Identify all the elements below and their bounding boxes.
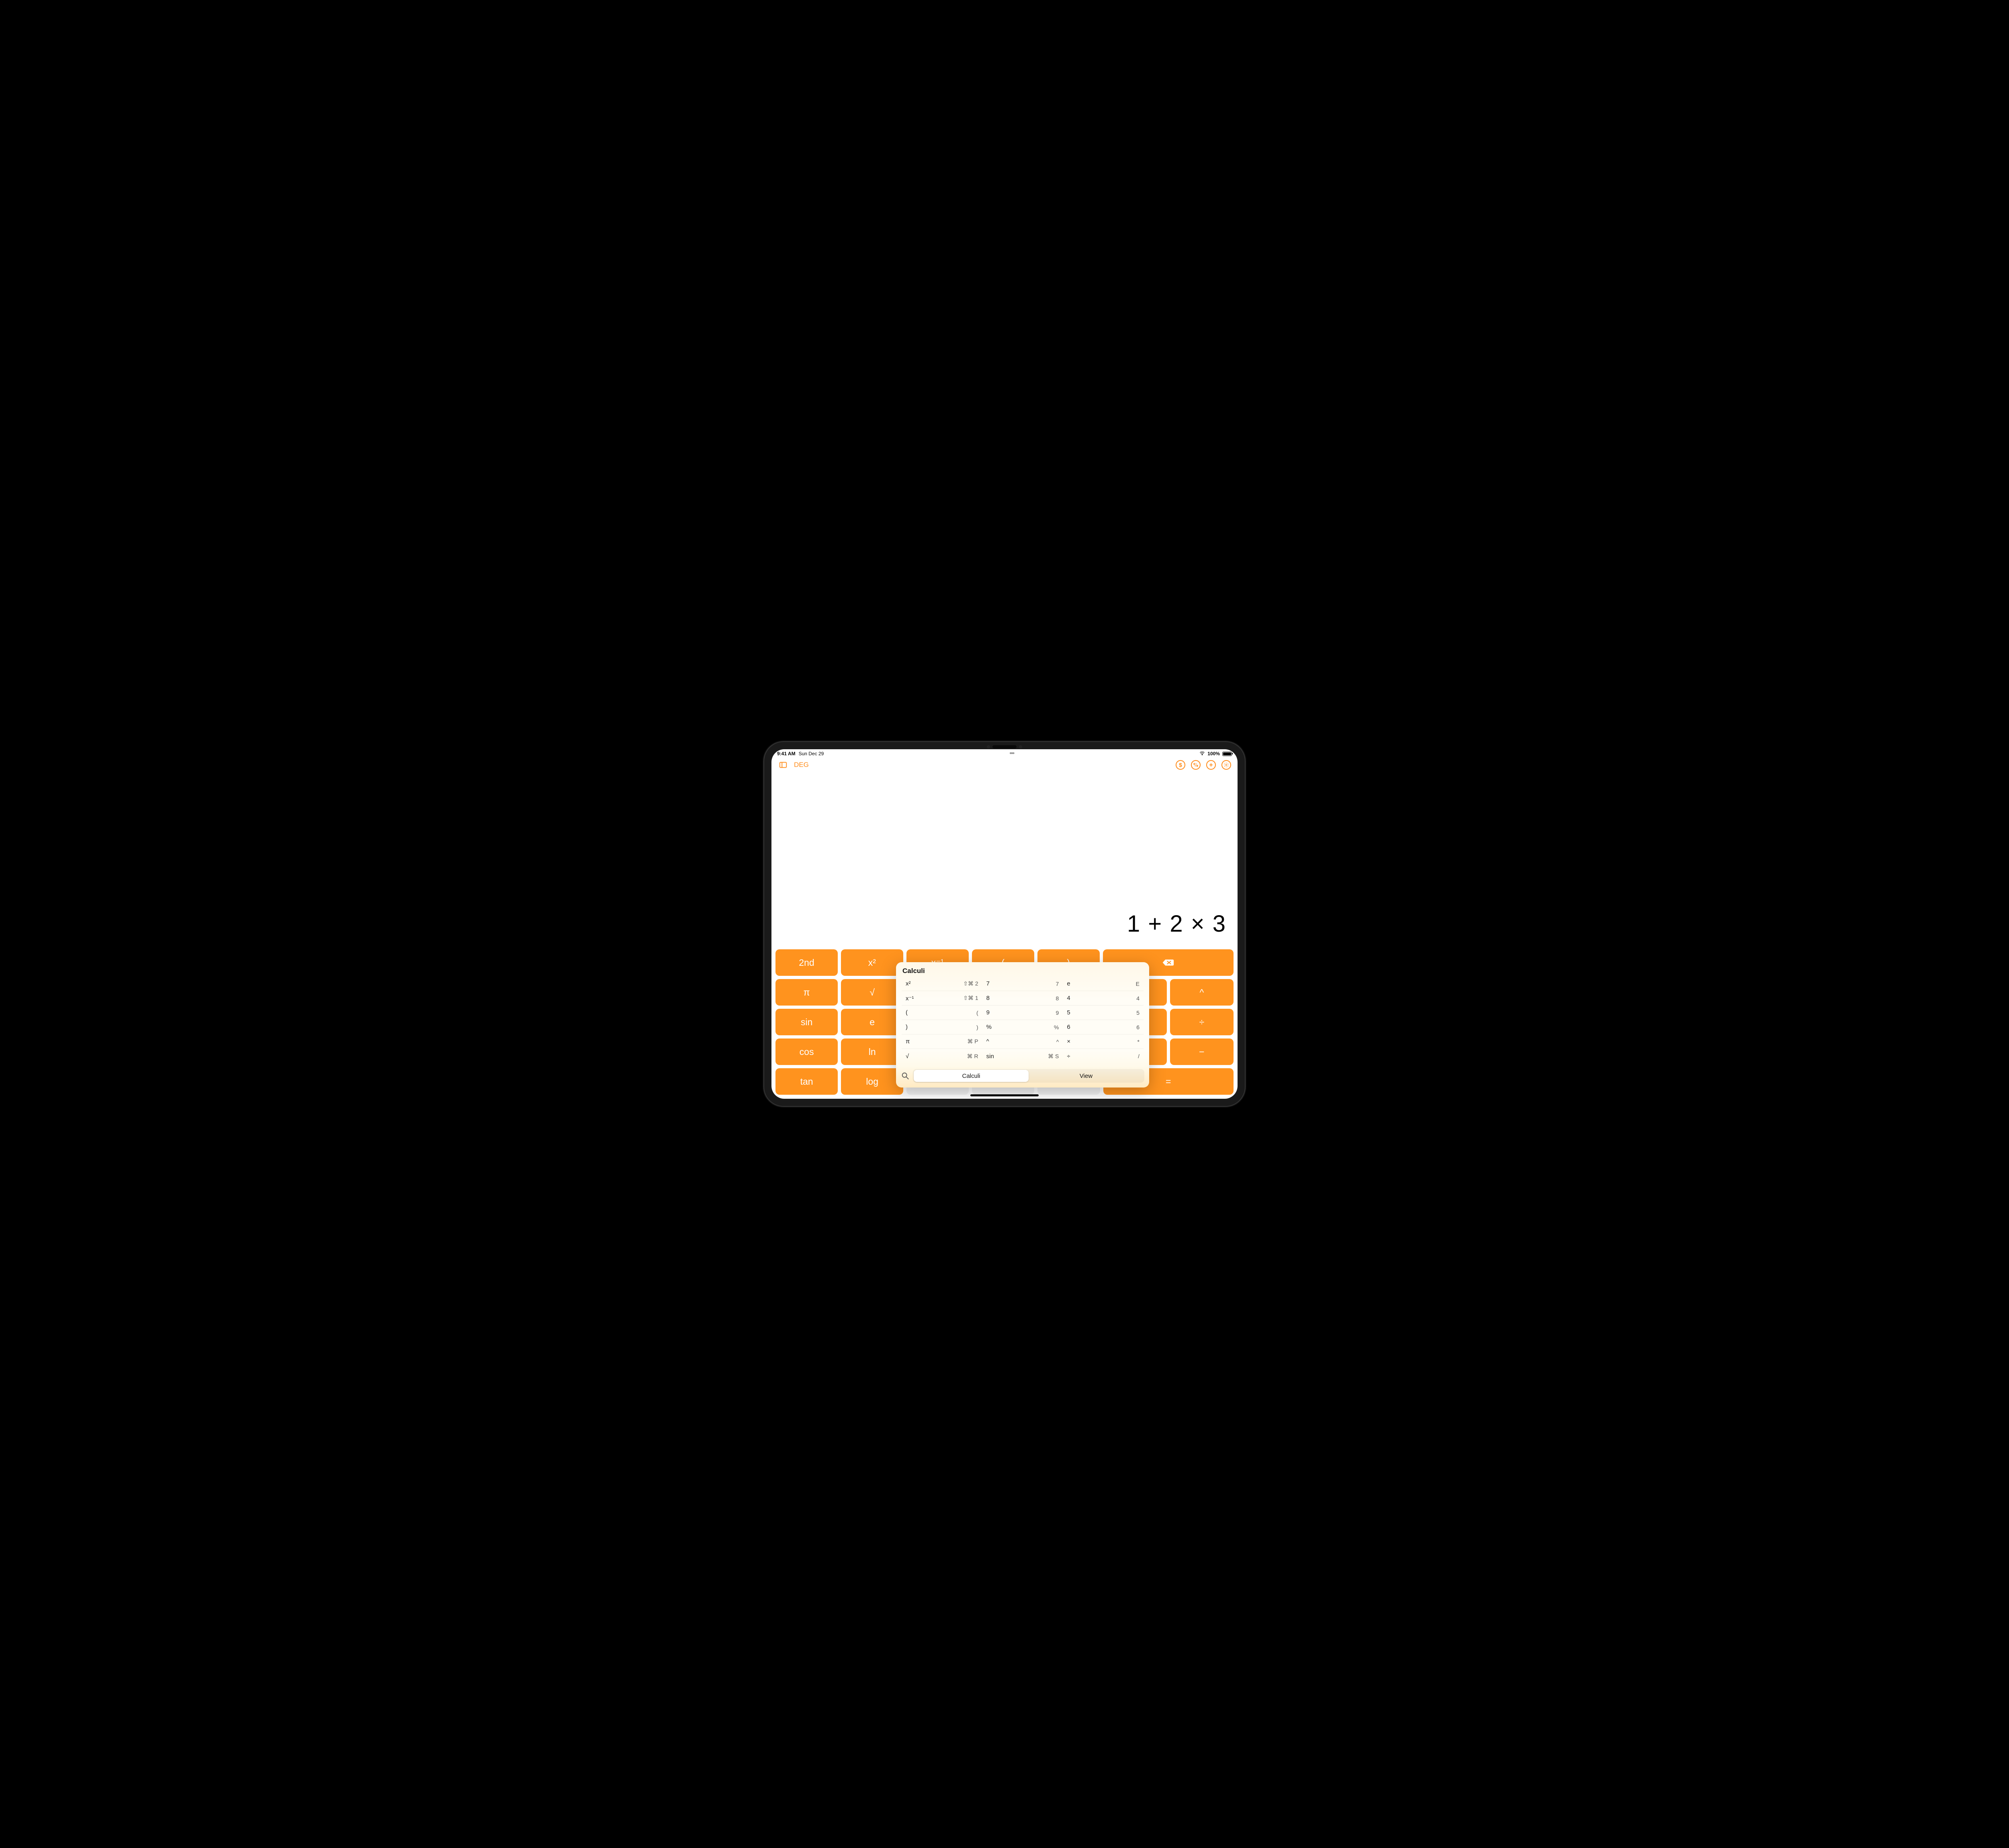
screen: 9:41 AM Sun Dec 29 ••• 100% <box>771 749 1238 1099</box>
shortcut-keys: 8 <box>1056 995 1059 1002</box>
key-divide[interactable]: ÷ <box>1170 1009 1234 1035</box>
shortcut-row[interactable]: (( <box>902 1006 982 1020</box>
shortcut-keys: 6 <box>1136 1024 1140 1030</box>
key-log[interactable]: log <box>841 1068 903 1095</box>
shortcut-keys: 5 <box>1136 1010 1140 1016</box>
shortcut-row[interactable]: 99 <box>982 1006 1063 1020</box>
device-bezel: 9:41 AM Sun Dec 29 ••• 100% <box>764 742 1245 1106</box>
status-bar: 9:41 AM Sun Dec 29 ••• 100% <box>771 749 1238 758</box>
multitask-dots[interactable]: ••• <box>1009 750 1014 757</box>
key-tan[interactable]: tan <box>775 1068 838 1095</box>
key-x-squared[interactable]: x² <box>841 949 903 976</box>
shortcut-label: x⁻¹ <box>906 995 914 1002</box>
key-cos[interactable]: cos <box>775 1038 838 1065</box>
shortcut-label: 5 <box>1067 1009 1070 1016</box>
shortcut-row[interactable]: 55 <box>1063 1006 1144 1020</box>
device-frame: 9:41 AM Sun Dec 29 ••• 100% <box>755 733 1254 1115</box>
shortcut-keys: % <box>1054 1024 1059 1030</box>
shortcut-label: ^ <box>986 1038 989 1045</box>
shortcut-label: sin <box>986 1053 994 1060</box>
shortcut-label: 9 <box>986 1009 990 1016</box>
shortcut-columns: x²⇧⌘ 2x⁻¹⇧⌘ 1(())π⌘ P√⌘ R 778899%%^^sin⌘… <box>896 977 1149 1066</box>
shortcut-label: ( <box>906 1009 908 1016</box>
shortcut-row[interactable]: 88 <box>982 991 1063 1006</box>
battery-icon <box>1222 752 1232 756</box>
home-indicator[interactable] <box>970 1094 1039 1096</box>
shortcut-label: √ <box>906 1053 909 1060</box>
shortcut-keys: ⇧⌘ 1 <box>963 995 978 1002</box>
popover-segmented-control[interactable]: Calculi View <box>913 1069 1144 1083</box>
camera-notch <box>976 744 1033 749</box>
status-date: Sun Dec 29 <box>799 751 824 756</box>
shortcuts-popover: Calculi x²⇧⌘ 2x⁻¹⇧⌘ 1(())π⌘ P√⌘ R 778899… <box>896 962 1149 1088</box>
shortcut-row[interactable]: ^^ <box>982 1034 1063 1049</box>
shortcut-label: 7 <box>986 980 990 987</box>
shortcut-row[interactable]: ×* <box>1063 1034 1144 1049</box>
shortcut-label: × <box>1067 1038 1070 1045</box>
shortcut-row[interactable]: eE <box>1063 977 1144 991</box>
shortcut-keys: / <box>1138 1053 1140 1059</box>
shortcut-row[interactable]: ÷/ <box>1063 1049 1144 1063</box>
shortcut-label: ) <box>906 1024 908 1030</box>
shortcut-keys: ( <box>976 1010 978 1016</box>
key-2nd[interactable]: 2nd <box>775 949 838 976</box>
calculator-display: 1 + 2 × 3 <box>771 772 1238 949</box>
segment-calculi[interactable]: Calculi <box>914 1070 1029 1082</box>
settings-button[interactable] <box>1221 760 1231 770</box>
currency-button[interactable]: $ <box>1176 760 1185 770</box>
shortcut-row[interactable]: 77 <box>982 977 1063 991</box>
key-ln[interactable]: ln <box>841 1038 903 1065</box>
shortcut-label: 6 <box>1067 1024 1070 1030</box>
expression-text[interactable]: 1 + 2 × 3 <box>1127 910 1226 937</box>
shortcut-label: 4 <box>1067 995 1070 1002</box>
shortcut-label: % <box>986 1024 992 1030</box>
popover-title: Calculi <box>896 962 1149 977</box>
shortcut-keys: ⌘ P <box>967 1038 978 1045</box>
shortcut-row[interactable]: %% <box>982 1020 1063 1034</box>
segment-view[interactable]: View <box>1029 1070 1144 1082</box>
shortcut-row[interactable]: x² ⇧⌘ 2 <box>902 977 982 991</box>
shortcut-keys: ^ <box>1056 1038 1059 1045</box>
shortcut-label: x² <box>906 980 911 987</box>
key-power[interactable]: ^ <box>1170 979 1234 1006</box>
keypad-area: 2nd x² x⁻¹ ( ) π √ 7 8 9 <box>771 949 1238 1099</box>
shortcut-keys: 7 <box>1056 981 1059 987</box>
shortcut-label: 8 <box>986 995 990 1002</box>
key-sqrt[interactable]: √ <box>841 979 903 1006</box>
shortcut-keys: 9 <box>1056 1010 1059 1016</box>
add-button[interactable] <box>1206 760 1216 770</box>
shortcut-row[interactable]: )) <box>902 1020 982 1034</box>
shortcut-row[interactable]: √ ⌘ R <box>902 1049 982 1063</box>
shortcut-label: e <box>1067 980 1070 987</box>
convert-button[interactable] <box>1191 760 1201 770</box>
shortcut-keys: ⌘ R <box>967 1053 978 1060</box>
shortcut-keys: ) <box>976 1024 978 1030</box>
key-pi[interactable]: π <box>775 979 838 1006</box>
search-icon[interactable] <box>901 1071 910 1080</box>
shortcut-keys: ⌘ S <box>1048 1053 1059 1060</box>
shortcut-keys: * <box>1137 1038 1140 1045</box>
app-toolbar: DEG $ <box>771 758 1238 772</box>
shortcut-row[interactable]: x⁻¹ ⇧⌘ 1 <box>902 991 982 1006</box>
key-sin[interactable]: sin <box>775 1009 838 1035</box>
wifi-icon <box>1199 751 1205 756</box>
shortcut-row[interactable]: 44 <box>1063 991 1144 1006</box>
key-minus[interactable]: − <box>1170 1038 1234 1065</box>
key-e[interactable]: e <box>841 1009 903 1035</box>
shortcut-row[interactable]: sin ⌘ S <box>982 1049 1063 1063</box>
status-time: 9:41 AM <box>777 751 796 756</box>
shortcut-row[interactable]: 66 <box>1063 1020 1144 1034</box>
shortcut-keys: ⇧⌘ 2 <box>963 980 978 987</box>
shortcut-label: π <box>906 1038 910 1045</box>
battery-percent: 100% <box>1207 751 1220 756</box>
shortcut-keys: 4 <box>1136 995 1140 1002</box>
shortcut-label: ÷ <box>1067 1053 1070 1060</box>
shortcut-keys: E <box>1136 981 1140 987</box>
shortcut-row[interactable]: π ⌘ P <box>902 1034 982 1049</box>
sidebar-toggle-icon[interactable] <box>778 760 788 770</box>
angle-mode-label[interactable]: DEG <box>794 761 809 769</box>
